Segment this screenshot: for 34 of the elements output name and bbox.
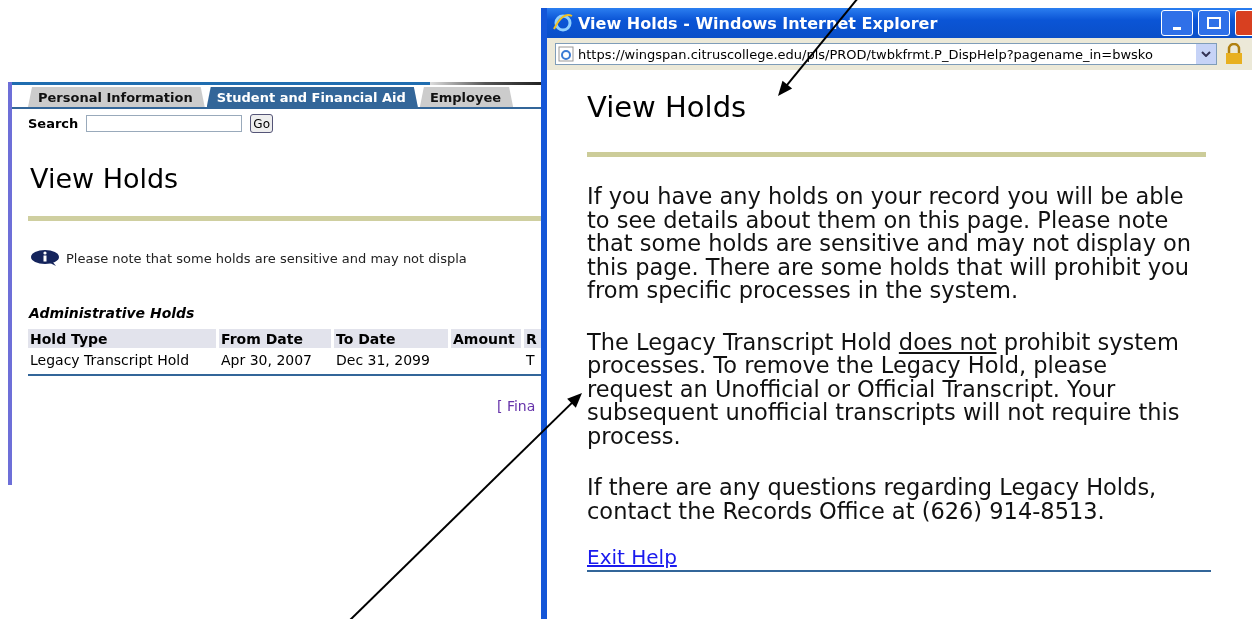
note-text: Please note that some holds are sensitive and may not displa (66, 250, 467, 266)
tab[interactable]: Personal Information (28, 87, 205, 107)
browser-icon (553, 13, 573, 33)
help-title: View Holds (587, 90, 748, 124)
page-icon (558, 46, 574, 62)
exit-help-link[interactable]: Exit Help (587, 545, 677, 569)
search-field[interactable] (86, 115, 243, 132)
go-button[interactable]: Go (250, 114, 273, 133)
table-cell-text: T (525, 351, 536, 370)
help-paragraph: If you have any holds on your record you will be able to see details about them on this page. Please note that some holds are sensitive and may not display on this page. There are some holds that will prohibit you from specific processes in the system. (587, 185, 1192, 303)
dropdown-button[interactable] (1196, 44, 1216, 64)
chevron-down-icon (1201, 51, 1211, 57)
table-cell-text: Dec 31, 2099 (335, 351, 431, 370)
search-label: Search (28, 116, 79, 131)
column-header: R (524, 329, 541, 348)
minimize-button[interactable] (1161, 10, 1193, 36)
footer-link[interactable]: [ Fina (497, 398, 541, 414)
column-header: To Date (334, 329, 448, 348)
minimize-icon (1173, 26, 1181, 30)
table-cell-text: Apr 30, 2007 (220, 351, 313, 370)
page-title: View Holds (29, 163, 180, 194)
column-header: From Date (219, 329, 331, 348)
column-header: Hold Type (28, 329, 216, 348)
help-paragraph: If there are any questions regarding Legacy Holds, contact the Records Office at (626) 914-8513. (587, 476, 1158, 523)
maximize-button[interactable] (1198, 10, 1230, 36)
help-paragraph: The Legacy Transcript Hold does not prohibit system processes. To remove the Legacy Hold, please request an Unofficial or Official Transcript. Your subsequent unofficial transcripts will not require this process. (587, 330, 1181, 448)
tab[interactable]: Student and Financial Aid (206, 87, 418, 107)
table-cell-text: Legacy Transcript Hold (29, 351, 191, 370)
info-icon (30, 249, 62, 267)
lock-icon (1225, 43, 1243, 65)
tab[interactable]: Employee (419, 87, 514, 107)
maximize-icon (1207, 17, 1221, 29)
section-title: Administrative Holds (27, 305, 196, 321)
column-header: Amount (451, 329, 521, 348)
